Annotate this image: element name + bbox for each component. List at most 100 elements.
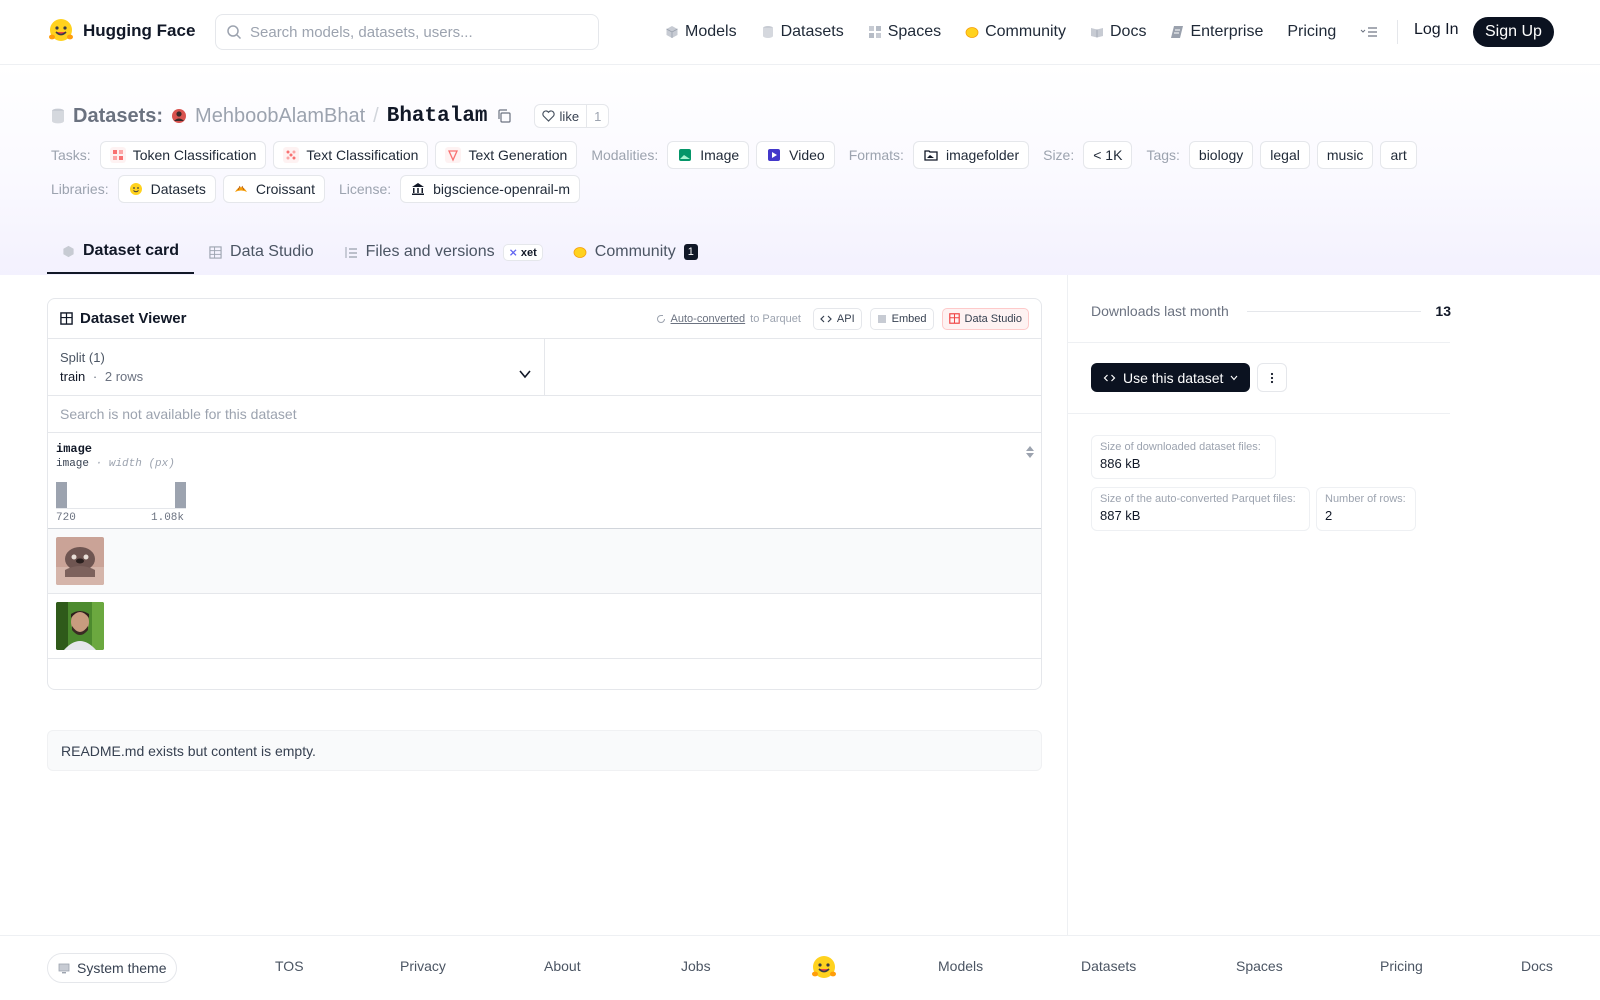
tag-chip-legal[interactable]: legal (1260, 141, 1310, 169)
size-chip[interactable]: < 1K (1083, 141, 1133, 169)
like-count[interactable]: 1 (587, 109, 608, 124)
signup-button[interactable]: Sign Up (1473, 17, 1554, 47)
tag-label: art (1390, 147, 1407, 163)
brand-home-link[interactable]: Hugging Face (47, 17, 195, 45)
footer-link-about[interactable]: About (544, 958, 581, 974)
tag-chip-biology[interactable]: biology (1188, 141, 1254, 169)
viewer-actions: Auto-converted to Parquet API Embed Data… (656, 307, 1029, 330)
login-link[interactable]: Log In (1414, 21, 1458, 39)
nav-community[interactable]: Community (965, 23, 1066, 41)
image-thumbnail[interactable] (56, 602, 104, 650)
repo-owner-link[interactable]: MehboobAlamBhat (195, 105, 365, 128)
nav-enterprise-label: Enterprise (1190, 23, 1264, 40)
sort-icon[interactable] (1025, 445, 1035, 459)
task-chip-text-classification[interactable]: Text Classification (273, 141, 429, 169)
format-chip-imagefolder[interactable]: imagefolder (912, 141, 1030, 169)
viewer-title: Dataset Viewer (60, 310, 186, 327)
nav-pricing[interactable]: Pricing (1287, 23, 1336, 41)
more-options-button[interactable] (1257, 363, 1287, 392)
xet-badge: ⨯ xet (502, 243, 543, 261)
split-selector[interactable]: Split (1) train · 2 rows (48, 339, 545, 395)
copy-icon[interactable] (496, 108, 512, 124)
modality-chip-video[interactable]: Video (756, 141, 835, 169)
nav-more-menu[interactable] (1360, 25, 1378, 39)
table-row[interactable] (48, 594, 1041, 659)
modality-chip-image[interactable]: Image (667, 141, 750, 169)
monitor-icon (58, 963, 70, 973)
api-button[interactable]: API (812, 307, 862, 330)
use-this-dataset-button[interactable]: Use this dataset (1091, 363, 1251, 392)
nav-spaces[interactable]: Spaces (868, 23, 941, 41)
modalities-label: Modalities: (591, 147, 659, 163)
task-label: Text Classification (306, 147, 419, 163)
nav-docs[interactable]: Docs (1090, 23, 1146, 41)
size-value: < 1K (1093, 147, 1123, 163)
footer-link-docs[interactable]: Docs (1521, 958, 1553, 974)
task-label: Text Generation (468, 147, 568, 163)
modality-label: Image (700, 147, 740, 163)
auto-converted-link[interactable]: Auto-converted (671, 313, 746, 325)
footer-link-models[interactable]: Models (938, 958, 983, 974)
library-chip-datasets[interactable]: Datasets (117, 175, 216, 203)
grid-icon (868, 26, 881, 38)
split-label: Split (1) (60, 350, 105, 365)
footer-link-jobs[interactable]: Jobs (681, 958, 711, 974)
nav-models-label: Models (685, 23, 737, 40)
nav-datasets[interactable]: Datasets (761, 23, 844, 41)
community-icon (965, 27, 979, 38)
footer-link-pricing[interactable]: Pricing (1380, 958, 1423, 974)
license-value: bigscience-openrail-m (433, 181, 571, 197)
main-nav: Models Datasets Spaces Community Docs En… (665, 20, 1402, 44)
nav-docs-label: Docs (1110, 23, 1147, 40)
tab-dataset-card[interactable]: Dataset card (47, 230, 195, 274)
brand-name: Hugging Face (83, 21, 196, 40)
like-button[interactable]: like 1 (533, 104, 610, 128)
tag-chip-music[interactable]: music (1316, 141, 1374, 169)
tab-data-studio[interactable]: Data Studio (194, 230, 329, 274)
width-histogram (56, 482, 186, 509)
footer-link-tos[interactable]: TOS (275, 958, 304, 974)
image-thumbnail[interactable] (56, 537, 104, 585)
table-row[interactable] (48, 529, 1041, 594)
histogram-min-label: 720 (56, 512, 76, 524)
tasks-label: Tasks: (51, 147, 91, 163)
chevron-down-icon (519, 370, 531, 379)
library-label: Croissant (255, 181, 315, 197)
library-chip-croissant[interactable]: Croissant (222, 175, 325, 203)
tab-community[interactable]: Community 1 (558, 230, 713, 274)
split-name: train (60, 369, 86, 384)
nav-enterprise[interactable]: Enterprise (1170, 23, 1263, 41)
search-input[interactable] (250, 23, 580, 41)
vertical-dots-icon (1270, 372, 1274, 383)
embed-button[interactable]: Embed (869, 307, 934, 330)
top-navigation: Hugging Face Models Datasets Spaces Comm… (0, 0, 1600, 65)
task-chip-token-classification[interactable]: Token Classification (99, 141, 267, 169)
user-avatar (172, 109, 187, 123)
tags-label: Tags: (1146, 147, 1180, 163)
tag-label: biology (1198, 147, 1244, 163)
footer-link-datasets[interactable]: Datasets (1081, 958, 1136, 974)
hugging-face-logo-icon[interactable] (810, 954, 838, 982)
search-box[interactable] (215, 14, 599, 50)
readme-empty-note: README.md exists but content is empty. (47, 730, 1042, 771)
column-header-image[interactable]: image image · width (px) 720 1.08k (48, 433, 1041, 529)
footer-link-privacy[interactable]: Privacy (400, 958, 446, 974)
table-icon (209, 245, 222, 259)
xet-icon: ⨯ (508, 246, 518, 259)
theme-toggle-button[interactable]: System theme (47, 953, 178, 983)
tab-files-and-versions[interactable]: Files and versions ⨯ xet (329, 230, 558, 274)
database-icon (762, 26, 773, 38)
api-label: API (836, 312, 855, 325)
embed-icon (877, 314, 886, 323)
tag-chip-art[interactable]: art (1380, 141, 1417, 169)
footer-link-spaces[interactable]: Spaces (1236, 958, 1283, 974)
data-studio-button[interactable]: Data Studio (941, 307, 1029, 330)
nav-spaces-label: Spaces (887, 23, 942, 40)
task-chip-text-generation[interactable]: Text Generation (435, 141, 578, 169)
file-tree-icon (345, 246, 357, 258)
search-icon (227, 25, 242, 40)
like-toggle[interactable]: like (535, 105, 588, 127)
nav-models[interactable]: Models (665, 23, 737, 41)
nav-pricing-label: Pricing (1287, 23, 1337, 40)
license-chip[interactable]: bigscience-openrail-m (400, 175, 581, 203)
